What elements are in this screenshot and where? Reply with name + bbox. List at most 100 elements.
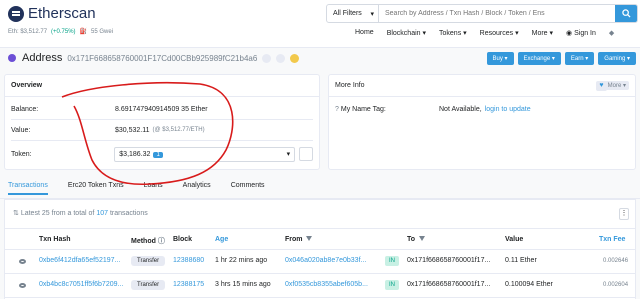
eye-icon[interactable] [19, 259, 26, 264]
tab-bar: Transactions Erc20 Token Txns Loans Anal… [8, 182, 285, 195]
nav-tokens[interactable]: Tokens ▾ [439, 29, 467, 37]
summary-suffix: transactions [109, 210, 148, 217]
address-title: Address [22, 52, 63, 64]
etherscan-logo[interactable]: Etherscan [8, 5, 96, 22]
address-bar: Address 0x171F668658760001F17Cd00CBb9259… [8, 52, 300, 64]
table-header: Txn Hash Method ⓘ Block Age From To Valu… [5, 228, 635, 250]
bot-avatar-icon[interactable] [290, 53, 300, 63]
tab-loans[interactable]: Loans [144, 182, 163, 195]
gaming-button[interactable]: Gaming ▾ [598, 52, 636, 65]
balance-value: 8.691747940914509 35 Ether [115, 105, 208, 113]
direction-badge: IN [385, 280, 399, 290]
summary-prefix: Latest 25 from a total of [20, 210, 95, 217]
help-icon: ? [335, 105, 339, 113]
sort-icon: ⇅ [13, 210, 19, 217]
direction-badge: IN [385, 256, 399, 266]
token-value-wrap: $3,186.32 1 [119, 151, 163, 158]
search-icon [621, 9, 631, 18]
expand-icon[interactable] [299, 147, 314, 161]
copy-icon[interactable] [262, 53, 272, 63]
etherscan-logo-icon [8, 5, 24, 22]
more-info-heading: More Info [329, 75, 635, 97]
method-badge: Transfer [131, 256, 166, 266]
col-age[interactable]: Age [215, 236, 228, 243]
nav-blockchain-label: Blockchain [386, 30, 421, 37]
token-dropdown[interactable]: $3,186.32 1 ▾ [114, 146, 296, 162]
block-link[interactable]: 12388175 [173, 281, 204, 288]
txn-value: 0.11 Ether [505, 257, 537, 264]
info-icon[interactable]: ⓘ [158, 238, 165, 245]
more-dropdown[interactable]: More ▾ [604, 81, 629, 90]
to-address: 0x171f668658760001f17... [407, 257, 491, 264]
address-actions: Buy ▾ Exchange ▾ Earn ▾ Gaming ▾ [486, 52, 636, 65]
transactions-summary: ⇅ Latest 25 from a total of 107 transact… [13, 209, 148, 217]
transactions-panel: ⇅ Latest 25 from a total of 107 transact… [4, 199, 636, 299]
name-tag-label-wrap: ? My Name Tag: [335, 106, 439, 113]
to-address: 0x171f668658760001f17... [407, 281, 491, 288]
col-block: Block [173, 236, 193, 243]
nav-home[interactable]: Home [355, 29, 374, 37]
txn-age: 3 hrs 15 mins ago [215, 281, 271, 288]
value-rate: (@ $3,512.77/ETH) [152, 127, 205, 133]
value-amount: $30,532.11 [115, 126, 150, 134]
from-address[interactable]: 0xf0535cb8355abef605b... [285, 281, 368, 288]
col-to: To [407, 236, 425, 243]
nav-more-label: More [531, 30, 548, 37]
gas-price[interactable]: 55 Gwei [91, 29, 113, 35]
from-address[interactable]: 0x046a020ab8e7e0b33f... [285, 257, 366, 264]
exchange-button[interactable]: Exchange ▾ [517, 52, 561, 65]
buy-label: Buy [492, 56, 503, 62]
nav-resources[interactable]: Resources ▾ [480, 29, 519, 37]
col-txn-fee[interactable]: Txn Fee [599, 236, 625, 243]
method-badge: Transfer [131, 280, 166, 290]
value-row: Value: $30,532.11 (@ $3,512.77/ETH) [11, 121, 313, 139]
login-to-update-link[interactable]: login to update [485, 106, 531, 113]
txn-fee: 0.002646 [603, 258, 629, 264]
nav-tokens-label: Tokens [439, 30, 462, 37]
col-txn-hash: Txn Hash [39, 236, 71, 243]
buy-button[interactable]: Buy ▾ [486, 52, 514, 65]
txn-hash[interactable]: 0xbe6f412dfa65ef52197... [39, 257, 120, 264]
more-options-icon[interactable]: ⋮ [619, 208, 629, 220]
main-nav: Home Blockchain ▾ Tokens ▾ Resources ▾ M… [355, 29, 614, 37]
tab-transactions[interactable]: Transactions [8, 182, 48, 195]
value-label: Value: [11, 126, 31, 134]
top-header: Etherscan Eth: $3,512.77 (+0.75%) ⛽ 55 G… [0, 0, 640, 48]
nav-more[interactable]: More ▾ [532, 29, 553, 37]
token-value: $3,186.32 [119, 150, 151, 158]
divider [11, 140, 313, 141]
txn-hash[interactable]: 0xb4bc8c7051ff5f6b7209... [39, 281, 123, 288]
filter-icon[interactable] [419, 236, 425, 241]
nav-sign-in[interactable]: ◉ Sign In [566, 29, 596, 37]
token-row: Token: $3,186.32 1 ▾ [11, 145, 314, 163]
eye-icon[interactable] [19, 283, 26, 288]
nav-blockchain[interactable]: Blockchain ▾ [387, 29, 426, 37]
gaming-label: Gaming [604, 56, 626, 62]
filter-icon[interactable] [306, 236, 313, 241]
address-hash: 0x171F668658760001F17Cd00CBb925989fC21b4… [67, 53, 258, 63]
search-input[interactable] [379, 5, 615, 22]
more-info-card: More Info ♥ More ▾ ? My Name Tag: Not Av… [328, 74, 636, 170]
overview-heading: Overview [5, 75, 319, 97]
nav-resources-label: Resources [479, 30, 514, 37]
earn-button[interactable]: Earn ▾ [564, 52, 595, 65]
eth-price-info: Eth: $3,512.77 (+0.75%) ⛽ 55 Gwei [8, 28, 113, 36]
search-filter-label: All Filters [333, 10, 362, 17]
nav-sign-in-label: Sign In [574, 30, 596, 37]
col-value: Value [505, 236, 524, 243]
tab-comments[interactable]: Comments [231, 182, 265, 195]
tab-analytics[interactable]: Analytics [183, 182, 211, 195]
col-method-label: Method [131, 238, 156, 245]
eth-network-icon[interactable]: ◆ [609, 29, 614, 37]
search-filter-select[interactable]: All Filters ▾ [327, 5, 379, 22]
name-tag-row: ? My Name Tag: Not Available, login to u… [335, 100, 629, 118]
tab-erc20-token-txns[interactable]: Erc20 Token Txns [68, 182, 124, 195]
chevron-down-icon: ▾ [286, 151, 291, 158]
eth-price: Eth: $3,512.77 [8, 28, 48, 35]
block-link[interactable]: 12388680 [173, 257, 204, 264]
search-button[interactable] [615, 5, 637, 22]
summary-count[interactable]: 107 [96, 210, 108, 217]
table-row: 0xb4bc8c7051ff5f6b7209... Transfer 12388… [5, 274, 635, 298]
gas-icon: ⛽ [79, 29, 88, 35]
qr-code-icon[interactable] [276, 53, 286, 63]
